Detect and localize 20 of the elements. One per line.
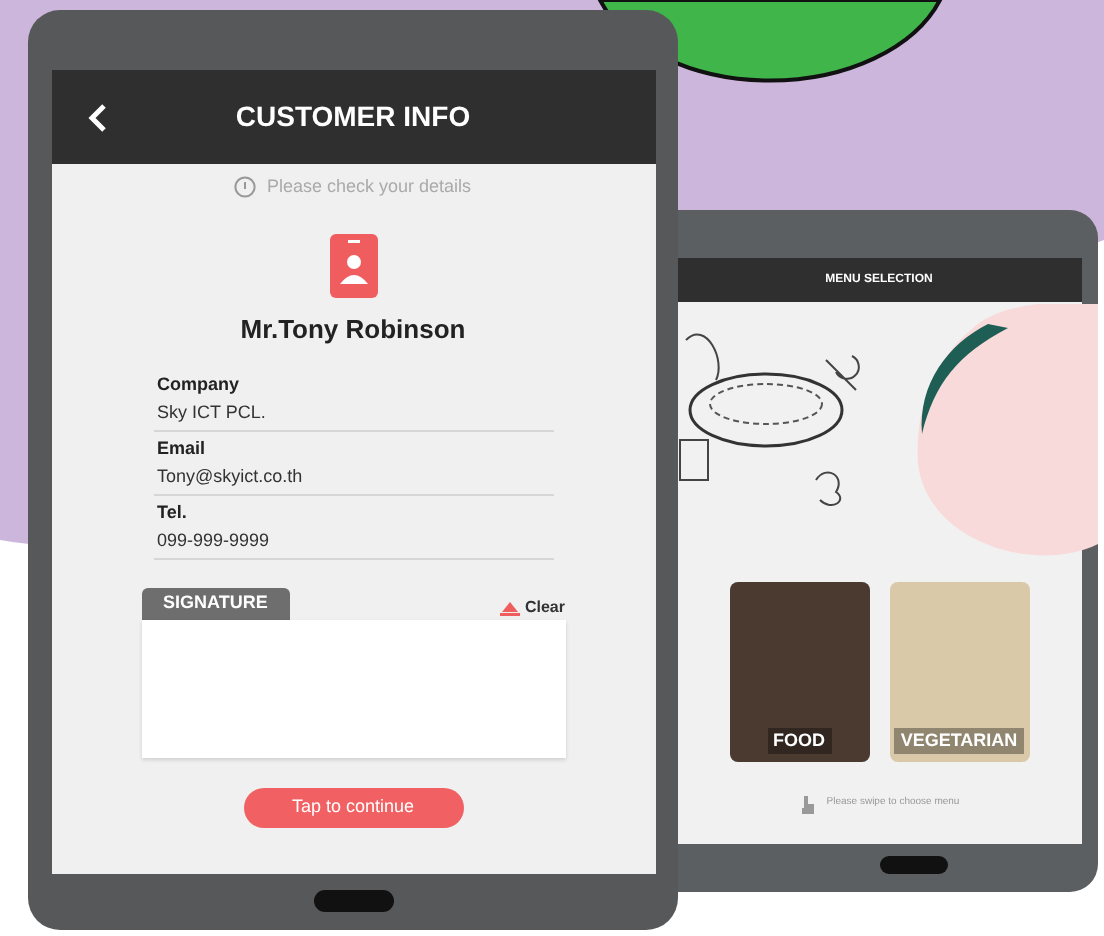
field-label: Company: [157, 372, 242, 398]
menu-card[interactable]: FOOD: [729, 582, 869, 762]
back-button[interactable]: [87, 103, 107, 131]
field-label: Email: [157, 436, 208, 462]
field-label: Tel.: [157, 500, 189, 526]
info-icon: [234, 176, 257, 199]
field-value: Sky ICT PCL.: [157, 399, 268, 426]
id-badge-icon: [329, 233, 377, 297]
menu-card-label: VEGETARIAN: [894, 727, 1024, 754]
swipe-hand-icon: [798, 792, 819, 816]
clear-button[interactable]: Clear: [500, 595, 565, 619]
field-value: 099-999-9999: [157, 527, 272, 553]
screen-title: CUSTOMER INFO: [233, 98, 473, 136]
customer-name: Mr.Tony Robinson: [240, 311, 466, 348]
eraser-icon: [500, 599, 521, 615]
notice-text: Please check your details: [266, 174, 472, 200]
field-value: Tony@skyict.co.th: [157, 463, 305, 490]
menu-card-label: FOOD: [767, 727, 831, 754]
back-chevron-icon: [87, 103, 107, 131]
menu-card[interactable]: VEGETARIAN: [889, 582, 1029, 762]
